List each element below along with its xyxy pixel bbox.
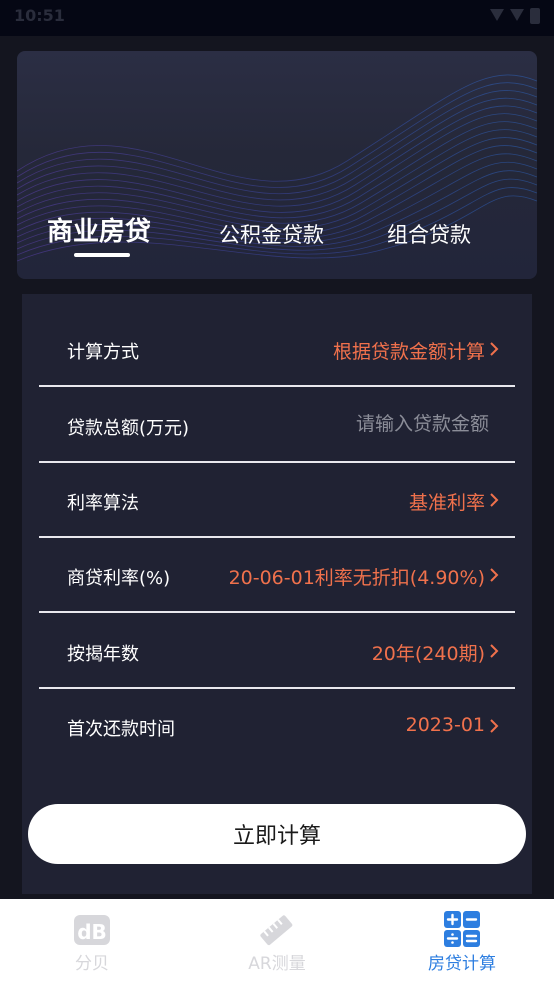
calc-method-label: 计算方式 <box>67 342 139 363</box>
wifi-icon <box>490 9 504 23</box>
commercial-rate-row[interactable]: 商贷利率(%) 20-06-01利率无折扣(4.90%) <box>39 538 515 613</box>
loan-total-row: 贷款总额(万元) <box>39 388 515 463</box>
chevron-right-icon <box>490 493 499 507</box>
loan-total-label: 贷款总额(万元) <box>67 418 190 439</box>
divider <box>39 611 515 613</box>
nav-item-ar-measure[interactable]: AR测量 <box>207 899 347 985</box>
battery-icon <box>530 8 540 24</box>
commercial-rate-value: 20-06-01利率无折扣(4.90%) <box>228 567 485 589</box>
loan-total-input[interactable] <box>259 408 489 440</box>
rate-method-value: 基准利率 <box>408 492 485 514</box>
chevron-right-icon <box>490 644 499 658</box>
rate-method-row[interactable]: 利率算法 基准利率 <box>39 463 515 538</box>
calc-method-value: 根据贷款金额计算 <box>332 341 485 363</box>
loan-years-label: 按揭年数 <box>67 644 139 665</box>
rate-method-label: 利率算法 <box>67 493 139 514</box>
bottom-nav: dB 分贝 AR测量 房贷计算 <box>0 899 554 985</box>
loan-type-banner: 商业房贷 公积金贷款 组合贷款 <box>17 51 537 279</box>
calculator-icon <box>444 911 480 947</box>
nav-label-decibel: 分贝 <box>75 954 109 974</box>
status-time: 10:51 <box>14 6 65 25</box>
nav-label-mortgage-calc: 房贷计算 <box>428 954 496 974</box>
ruler-icon <box>260 915 293 946</box>
calc-method-row[interactable]: 计算方式 根据贷款金额计算 <box>39 312 515 387</box>
nav-item-mortgage-calc[interactable]: 房贷计算 <box>392 899 532 985</box>
chevron-right-icon <box>490 719 499 733</box>
first-payment-value: 2023-01 <box>405 714 485 736</box>
nav-item-decibel[interactable]: dB 分贝 <box>22 899 162 985</box>
chevron-right-icon <box>490 342 499 356</box>
tab-provident-fund-loan[interactable]: 公积金贷款 <box>219 219 324 279</box>
svg-text:dB: dB <box>77 920 107 944</box>
status-bar: 10:51 <box>0 0 554 36</box>
loan-years-value: 20年(240期) <box>371 643 485 665</box>
tab-combined-loan[interactable]: 组合贷款 <box>387 219 471 279</box>
tab-commercial-loan[interactable]: 商业房贷 <box>47 211 151 279</box>
first-payment-label: 首次还款时间 <box>67 719 175 740</box>
first-payment-row[interactable]: 首次还款时间 2023-01 <box>39 689 515 764</box>
status-icons <box>490 8 540 24</box>
chevron-right-icon <box>490 568 499 582</box>
calculate-button[interactable]: 立即计算 <box>28 804 526 864</box>
signal-icon <box>510 9 524 23</box>
loan-years-row[interactable]: 按揭年数 20年(240期) <box>39 614 515 689</box>
active-tab-indicator <box>74 253 130 257</box>
divider <box>39 385 515 387</box>
db-icon: dB <box>74 915 110 945</box>
nav-label-ar-measure: AR测量 <box>248 954 306 974</box>
commercial-rate-label: 商贷利率(%) <box>67 568 171 589</box>
